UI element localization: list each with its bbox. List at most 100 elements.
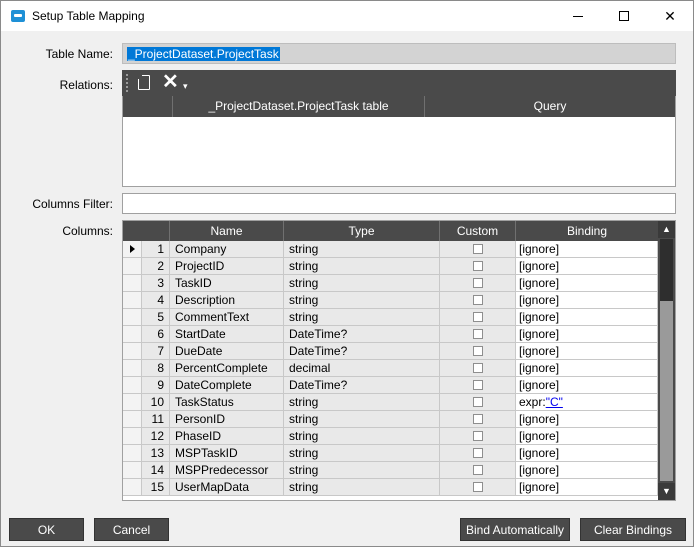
row-selector[interactable] <box>123 360 142 376</box>
column-type-cell: DateTime? <box>284 326 440 342</box>
maximize-button[interactable] <box>601 1 647 32</box>
row-number: 7 <box>142 343 170 359</box>
row-number: 14 <box>142 462 170 478</box>
name-column-header[interactable]: Name <box>170 221 284 241</box>
table-row[interactable]: 4 Description string [ignore] <box>123 292 658 309</box>
column-binding-cell[interactable]: [ignore] <box>516 275 658 291</box>
vertical-scrollbar[interactable]: ▲ ▼ <box>658 221 675 500</box>
row-selector[interactable] <box>123 275 142 291</box>
row-selector[interactable] <box>123 326 142 342</box>
row-selector[interactable] <box>123 309 142 325</box>
custom-checkbox[interactable] <box>473 448 483 458</box>
custom-column-header[interactable]: Custom <box>440 221 516 241</box>
table-row[interactable]: 9 DateComplete DateTime? [ignore] <box>123 377 658 394</box>
column-custom-cell <box>440 445 516 461</box>
table-row[interactable]: 5 CommentText string [ignore] <box>123 309 658 326</box>
custom-checkbox[interactable] <box>473 278 483 288</box>
table-row[interactable]: 2 ProjectID string [ignore] <box>123 258 658 275</box>
query-column-header[interactable]: Query <box>425 96 675 117</box>
row-number: 6 <box>142 326 170 342</box>
relations-grid[interactable]: _ProjectDataset.ProjectTask table Query <box>122 96 676 187</box>
scroll-up-icon[interactable]: ▲ <box>658 221 675 238</box>
row-selector[interactable] <box>123 292 142 308</box>
delete-x-icon[interactable]: ✕ <box>162 71 179 93</box>
row-selector[interactable] <box>123 394 142 410</box>
scrollbar-track[interactable] <box>660 301 673 481</box>
column-name-cell: PercentComplete <box>170 360 284 376</box>
column-binding-cell[interactable]: [ignore] <box>516 343 658 359</box>
table-row[interactable]: 11 PersonID string [ignore] <box>123 411 658 428</box>
custom-checkbox[interactable] <box>473 295 483 305</box>
clear-bindings-button[interactable]: Clear Bindings <box>580 518 686 541</box>
custom-checkbox[interactable] <box>473 363 483 373</box>
column-binding-cell[interactable]: [ignore] <box>516 445 658 461</box>
row-selector[interactable] <box>123 462 142 478</box>
column-binding-cell[interactable]: [ignore] <box>516 411 658 427</box>
row-selector[interactable] <box>123 445 142 461</box>
table-row[interactable]: 13 MSPTaskID string [ignore] <box>123 445 658 462</box>
table-row[interactable]: 6 StartDate DateTime? [ignore] <box>123 326 658 343</box>
row-selector[interactable] <box>123 258 142 274</box>
columns-grid[interactable]: Name Type Custom Binding 1 Company string[… <box>122 220 676 501</box>
custom-checkbox[interactable] <box>473 261 483 271</box>
column-binding-cell[interactable]: [ignore] <box>516 428 658 444</box>
table-name-field[interactable]: _ProjectDataset.ProjectTask <box>122 43 676 64</box>
binding-expression-link[interactable]: "C" <box>546 395 563 409</box>
custom-checkbox[interactable] <box>473 431 483 441</box>
custom-checkbox[interactable] <box>473 380 483 390</box>
row-selector[interactable] <box>123 479 142 495</box>
table-row[interactable]: 3 TaskID string [ignore] <box>123 275 658 292</box>
column-binding-cell[interactable]: [ignore] <box>516 326 658 342</box>
row-selector[interactable] <box>123 343 142 359</box>
table-row[interactable]: 15 UserMapData string [ignore] <box>123 479 658 496</box>
column-custom-cell <box>440 326 516 342</box>
column-type-cell: string <box>284 411 440 427</box>
table-row[interactable]: 12 PhaseID string [ignore] <box>123 428 658 445</box>
column-binding-cell[interactable]: [ignore] <box>516 241 658 257</box>
type-column-header[interactable]: Type <box>284 221 440 241</box>
custom-checkbox[interactable] <box>473 465 483 475</box>
scroll-down-icon[interactable]: ▼ <box>658 483 675 500</box>
table-row[interactable]: 7 DueDate DateTime? [ignore] <box>123 343 658 360</box>
column-binding-cell[interactable]: [ignore] <box>516 360 658 376</box>
table-row[interactable]: 1 Company string [ignore] <box>123 241 658 258</box>
column-binding-cell[interactable]: [ignore] <box>516 462 658 478</box>
app-icon <box>11 10 25 22</box>
row-number: 11 <box>142 411 170 427</box>
table-row[interactable]: 8 PercentComplete decimal [ignore] <box>123 360 658 377</box>
column-binding-cell[interactable]: [ignore] <box>516 377 658 393</box>
close-button[interactable]: ✕ <box>647 1 693 32</box>
custom-checkbox[interactable] <box>473 346 483 356</box>
relations-column-header[interactable]: _ProjectDataset.ProjectTask table <box>173 96 425 117</box>
column-name-cell: ProjectID <box>170 258 284 274</box>
ok-button[interactable]: OK <box>9 518 84 541</box>
dialog-body: Table Name: _ProjectDataset.ProjectTask … <box>0 31 694 547</box>
table-row[interactable]: 14 MSPPredecessor string [ignore] <box>123 462 658 479</box>
scrollbar-thumb[interactable] <box>660 239 673 301</box>
columns-filter-input[interactable] <box>122 193 676 214</box>
column-binding-cell[interactable]: expr:"C" <box>516 394 658 410</box>
table-row[interactable]: 10 TaskStatus string expr:"C" <box>123 394 658 411</box>
column-binding-cell[interactable]: [ignore] <box>516 479 658 495</box>
binding-column-header[interactable]: Binding <box>516 221 658 241</box>
custom-checkbox[interactable] <box>473 329 483 339</box>
custom-checkbox[interactable] <box>473 244 483 254</box>
cancel-button[interactable]: Cancel <box>94 518 169 541</box>
row-selector[interactable] <box>123 377 142 393</box>
dropdown-arrow-icon[interactable]: ▾ <box>183 77 188 95</box>
minimize-button[interactable] <box>555 1 601 32</box>
column-binding-cell[interactable]: [ignore] <box>516 258 658 274</box>
row-selector[interactable] <box>123 411 142 427</box>
row-selector[interactable] <box>123 241 142 257</box>
bind-automatically-button[interactable]: Bind Automatically <box>460 518 570 541</box>
columns-filter-label: Columns Filter: <box>32 197 113 211</box>
custom-checkbox[interactable] <box>473 397 483 407</box>
custom-checkbox[interactable] <box>473 414 483 424</box>
column-binding-cell[interactable]: [ignore] <box>516 309 658 325</box>
new-document-icon[interactable] <box>137 74 150 90</box>
custom-checkbox[interactable] <box>473 312 483 322</box>
custom-checkbox[interactable] <box>473 482 483 492</box>
column-binding-cell[interactable]: [ignore] <box>516 292 658 308</box>
binding-text: expr: <box>519 395 546 409</box>
row-selector[interactable] <box>123 428 142 444</box>
